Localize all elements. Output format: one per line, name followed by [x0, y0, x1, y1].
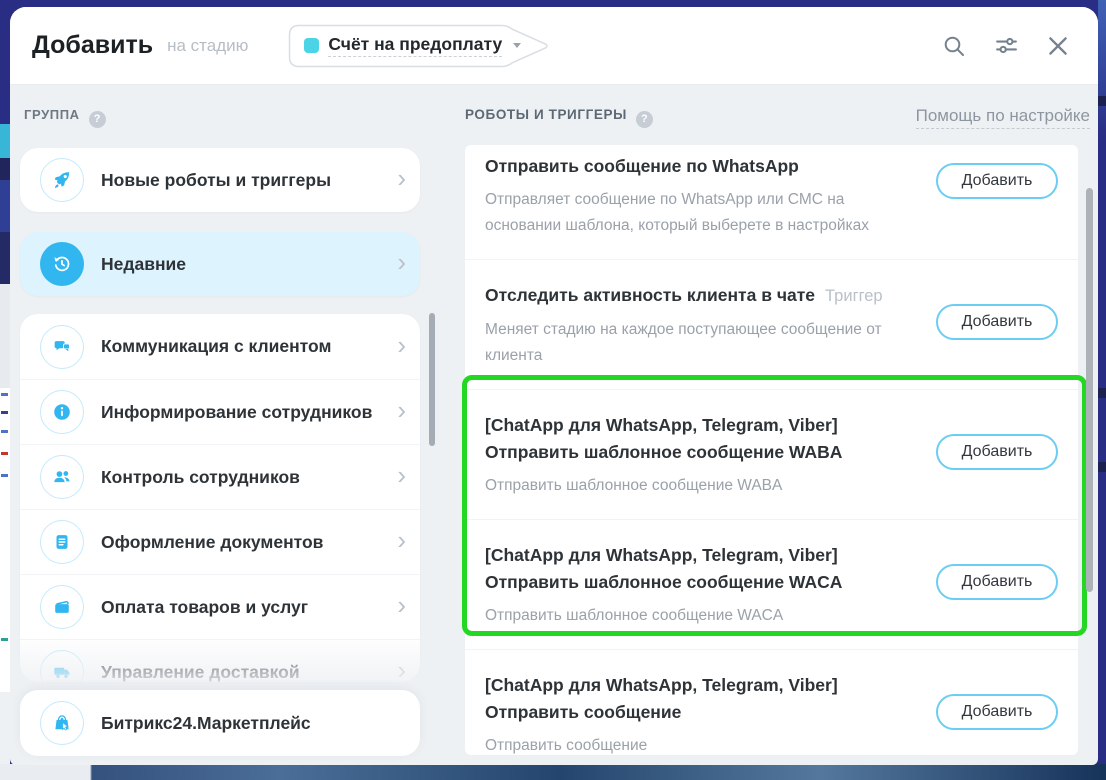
payment-icon — [40, 585, 84, 629]
chat-icon — [40, 325, 84, 369]
robots-scrollbar-thumb[interactable] — [1086, 188, 1093, 592]
stage-color-dot — [304, 38, 319, 53]
chevron-right-icon: › — [397, 249, 406, 275]
underlay-text-fragment — [1, 393, 8, 396]
robot-title: [ChatApp для WhatsApp, Telegram, Viber] … — [485, 545, 842, 592]
sidebar-item-control[interactable]: Контроль сотрудников › — [20, 444, 420, 509]
help-icon[interactable]: ? — [636, 111, 653, 128]
dialog-title: Добавить — [32, 31, 153, 60]
dialog-body: ГРУППА? Новые роботы и триггеры › — [10, 86, 1098, 765]
screen: Добавить на стадию Счёт на предоплату — [0, 0, 1106, 780]
sidebar-item-label: Новые роботы и триггеры — [101, 170, 397, 191]
underlay-text-fragment — [1, 430, 8, 433]
robots-section-label: РОБОТЫ И ТРИГГЕРЫ — [465, 107, 627, 122]
robot-row: Отследить активность клиента в чате Тригг… — [465, 259, 1078, 389]
info-icon — [40, 390, 84, 434]
chevron-right-icon: › — [397, 592, 406, 618]
setup-help-link[interactable]: Помощь по настройке — [916, 106, 1090, 129]
sidebar-item-informing[interactable]: Информирование сотрудников › — [20, 379, 420, 444]
delivery-icon — [40, 650, 84, 682]
settings-icon[interactable] — [992, 32, 1020, 60]
robot-row-highlighted: [ChatApp для WhatsApp, Telegram, Viber] … — [465, 389, 1078, 519]
underlay-mark — [1098, 388, 1106, 398]
page-frame-bottom — [0, 764, 1106, 780]
page-frame-right — [1098, 0, 1106, 780]
underlay-text-fragment — [1, 411, 8, 414]
chevron-right-icon: › — [397, 332, 406, 358]
add-button[interactable]: Добавить — [936, 434, 1058, 470]
stage-label: Счёт на предоплату — [328, 34, 502, 57]
underlay-text-fragment — [1, 474, 8, 477]
sidebar-item-label: Оформление документов — [101, 532, 397, 553]
close-icon[interactable] — [1044, 32, 1072, 60]
underlay-text-fragment — [1, 452, 8, 455]
add-button[interactable]: Добавить — [936, 694, 1058, 730]
robot-row: [ChatApp для WhatsApp, Telegram, Viber] … — [465, 649, 1078, 755]
sidebar-item-new-robots[interactable]: Новые роботы и триггеры › — [20, 148, 420, 212]
underlay-text-fragment — [1, 638, 8, 641]
help-icon[interactable]: ? — [89, 111, 106, 128]
sidebar-item-documents[interactable]: Оформление документов › — [20, 509, 420, 574]
history-icon — [40, 242, 84, 286]
robots-list: Отправить сообщение по WhatsApp Отправля… — [465, 145, 1078, 755]
sidebar-item-label: Управление доставкой — [101, 662, 397, 683]
robot-title: Отследить активность клиента в чате — [485, 285, 815, 305]
dialog-header: Добавить на стадию Счёт на предоплату — [10, 7, 1098, 85]
search-icon[interactable] — [940, 32, 968, 60]
chevron-right-icon: › — [397, 462, 406, 488]
sidebar-item-marketplace[interactable]: Битрикс24.Маркетплейс — [20, 690, 420, 756]
robot-description: Отправляет сообщение по WhatsApp или СМС… — [485, 187, 920, 239]
sidebar-item-label: Недавние — [101, 254, 397, 275]
add-robot-dialog: Добавить на стадию Счёт на предоплату — [10, 7, 1098, 765]
chevron-right-icon: › — [397, 397, 406, 423]
underlay-mark — [1098, 96, 1106, 106]
robot-row-highlighted: [ChatApp для WhatsApp, Telegram, Viber] … — [465, 519, 1078, 649]
robots-section-header: РОБОТЫ И ТРИГГЕРЫ? Помощь по настройке — [465, 106, 1090, 129]
rocket-icon — [40, 158, 84, 202]
robot-row: Отправить сообщение по WhatsApp Отправля… — [465, 145, 1078, 259]
sidebar-item-recent[interactable]: Недавние › — [20, 232, 420, 296]
chevron-down-icon — [513, 43, 521, 48]
chevron-right-icon: › — [397, 657, 406, 682]
group-section-label: ГРУППА — [24, 107, 80, 122]
robot-title: Отправить сообщение по WhatsApp — [485, 156, 799, 176]
robot-description: Отправить шаблонное сообщение WABA — [485, 473, 920, 499]
page-frame-left — [0, 0, 10, 780]
sidebar-item-label: Оплата товаров и услуг — [101, 597, 397, 618]
sidebar-group-list: Коммуникация с клиентом › Информирование… — [20, 314, 420, 682]
sidebar-scrollbar-thumb[interactable] — [429, 313, 435, 446]
robot-title: [ChatApp для WhatsApp, Telegram, Viber] … — [485, 415, 842, 462]
sidebar-item-label: Контроль сотрудников — [101, 467, 397, 488]
sidebar-item-communication[interactable]: Коммуникация с клиентом › — [20, 314, 420, 379]
sidebar-item-label: Битрикс24.Маркетплейс — [101, 713, 406, 734]
dialog-subtitle: на стадию — [167, 36, 248, 56]
stage-selector[interactable]: Счёт на предоплату — [288, 24, 550, 68]
document-icon — [40, 520, 84, 564]
marketplace-icon — [40, 701, 84, 745]
underlay-mark — [1098, 462, 1106, 472]
sidebar-item-payment[interactable]: Оплата товаров и услуг › — [20, 574, 420, 639]
add-button[interactable]: Добавить — [936, 304, 1058, 340]
add-button[interactable]: Добавить — [936, 163, 1058, 199]
sidebar-item-label: Коммуникация с клиентом — [101, 336, 397, 357]
sidebar-item-label: Информирование сотрудников — [101, 402, 397, 423]
chevron-right-icon: › — [397, 527, 406, 553]
people-icon — [40, 455, 84, 499]
group-section-header: ГРУППА? — [24, 106, 106, 128]
chevron-right-icon: › — [397, 165, 406, 191]
robot-description: Отправить шаблонное сообщение WACA — [485, 603, 920, 629]
sidebar-item-delivery[interactable]: Управление доставкой › — [20, 639, 420, 682]
robot-description: Отправить сообщение — [485, 733, 920, 755]
robot-title: [ChatApp для WhatsApp, Telegram, Viber] … — [485, 675, 838, 722]
robot-description: Меняет стадию на каждое поступающее сооб… — [485, 317, 920, 369]
add-button[interactable]: Добавить — [936, 564, 1058, 600]
trigger-badge: Триггер — [825, 287, 883, 305]
